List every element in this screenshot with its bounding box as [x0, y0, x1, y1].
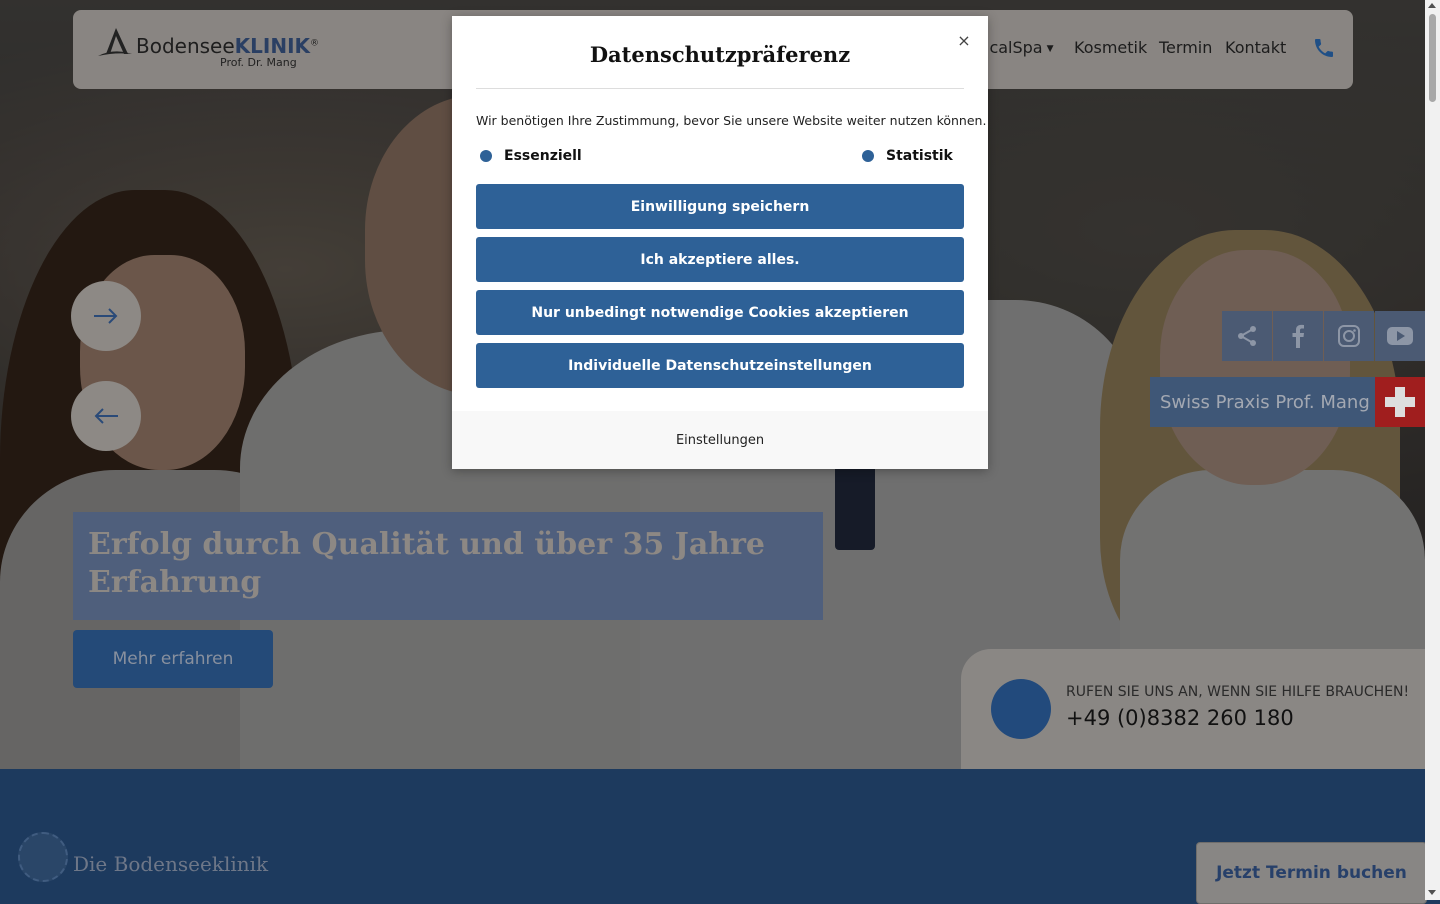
- modal-intro: Wir benötigen Ihre Zustimmung, bevor Sie…: [476, 113, 987, 128]
- call-box: RUFEN SIE UNS AN, WENN SIE HILFE BRAUCHE…: [961, 649, 1425, 769]
- individual-settings-button[interactable]: Individuelle Datenschutzeinstellungen: [476, 343, 964, 388]
- privacy-modal: Datenschutzpräferenz × Wir benötigen Ihr…: [452, 16, 988, 469]
- swiss-praxis-label: Swiss Praxis Prof. Mang: [1160, 391, 1370, 413]
- option-essenziell[interactable]: Essenziell: [480, 148, 582, 164]
- logo-mark-icon: [98, 28, 132, 56]
- scrollbar-thumb[interactable]: [1429, 14, 1436, 102]
- instagram-link[interactable]: [1324, 311, 1374, 361]
- share-icon: [1238, 326, 1256, 346]
- phone-circle-icon: [991, 679, 1051, 739]
- caret-down-icon: ▼: [1046, 44, 1054, 54]
- hero-headline: Erfolg durch Qualität und über 35 Jahre …: [88, 527, 765, 600]
- youtube-link[interactable]: [1375, 311, 1425, 361]
- hero-caption: Erfolg durch Qualität und über 35 Jahre …: [73, 512, 823, 620]
- share-button[interactable]: [1222, 311, 1272, 361]
- arrow-left-icon: [94, 408, 118, 424]
- page-scrollbar[interactable]: [1425, 0, 1440, 900]
- option-statistik-label: Statistik: [886, 148, 953, 164]
- essential-only-button[interactable]: Nur unbedingt notwendige Cookies akzepti…: [476, 290, 964, 335]
- scroll-down-icon[interactable]: [1428, 890, 1436, 895]
- facebook-icon: [1292, 324, 1304, 348]
- accept-all-button[interactable]: Ich akzeptiere alles.: [476, 237, 964, 282]
- phone-number[interactable]: +49 (0)8382 260 180: [1066, 706, 1294, 730]
- nav-item-kontakt[interactable]: Kontakt: [1225, 38, 1286, 57]
- logo-brand: BodenseeKLINIK®: [136, 34, 320, 58]
- checkbox-essenziell[interactable]: [480, 150, 492, 162]
- more-button[interactable]: Mehr erfahren: [73, 630, 273, 688]
- youtube-icon: [1387, 327, 1413, 345]
- modal-divider: [476, 88, 964, 89]
- instagram-icon: [1338, 325, 1360, 347]
- site-logo[interactable]: BodenseeKLINIK® Prof. Dr. Mang: [94, 26, 319, 72]
- cookie-settings-icon[interactable]: [18, 832, 68, 882]
- book-appointment-button[interactable]: Jetzt Termin buchen: [1196, 842, 1427, 904]
- arrow-right-icon: [94, 308, 118, 324]
- scroll-up-icon[interactable]: [1428, 3, 1436, 8]
- option-statistik[interactable]: Statistik: [862, 148, 953, 164]
- nav-item-medicalspa[interactable]: icalSpa ▼: [985, 38, 1054, 57]
- checkbox-statistik[interactable]: [862, 150, 874, 162]
- social-bar: [1222, 311, 1426, 361]
- swiss-praxis-link[interactable]: Swiss Praxis Prof. Mang: [1150, 377, 1425, 427]
- option-essenziell-label: Essenziell: [504, 148, 582, 164]
- settings-link[interactable]: Einstellungen: [676, 433, 764, 448]
- call-prompt: RUFEN SIE UNS AN, WENN SIE HILFE BRAUCHE…: [1066, 684, 1410, 700]
- facebook-link[interactable]: [1273, 311, 1323, 361]
- modal-title: Datenschutzpräferenz: [589, 42, 851, 67]
- modal-footer: Einstellungen: [452, 411, 988, 469]
- swiss-flag-icon: [1375, 377, 1425, 427]
- save-consent-button[interactable]: Einwilligung speichern: [476, 184, 964, 229]
- slider-prev-button[interactable]: [71, 381, 141, 451]
- logo-subtitle: Prof. Dr. Mang: [220, 56, 297, 69]
- nav-item-termin[interactable]: Termin: [1159, 38, 1212, 57]
- phone-icon[interactable]: [1312, 36, 1336, 60]
- section-kicker: Die Bodenseeklinik: [73, 852, 269, 876]
- nav-item-kosmetik[interactable]: Kosmetik: [1074, 38, 1147, 57]
- slider-next-button[interactable]: [71, 281, 141, 351]
- close-icon[interactable]: ×: [956, 33, 972, 49]
